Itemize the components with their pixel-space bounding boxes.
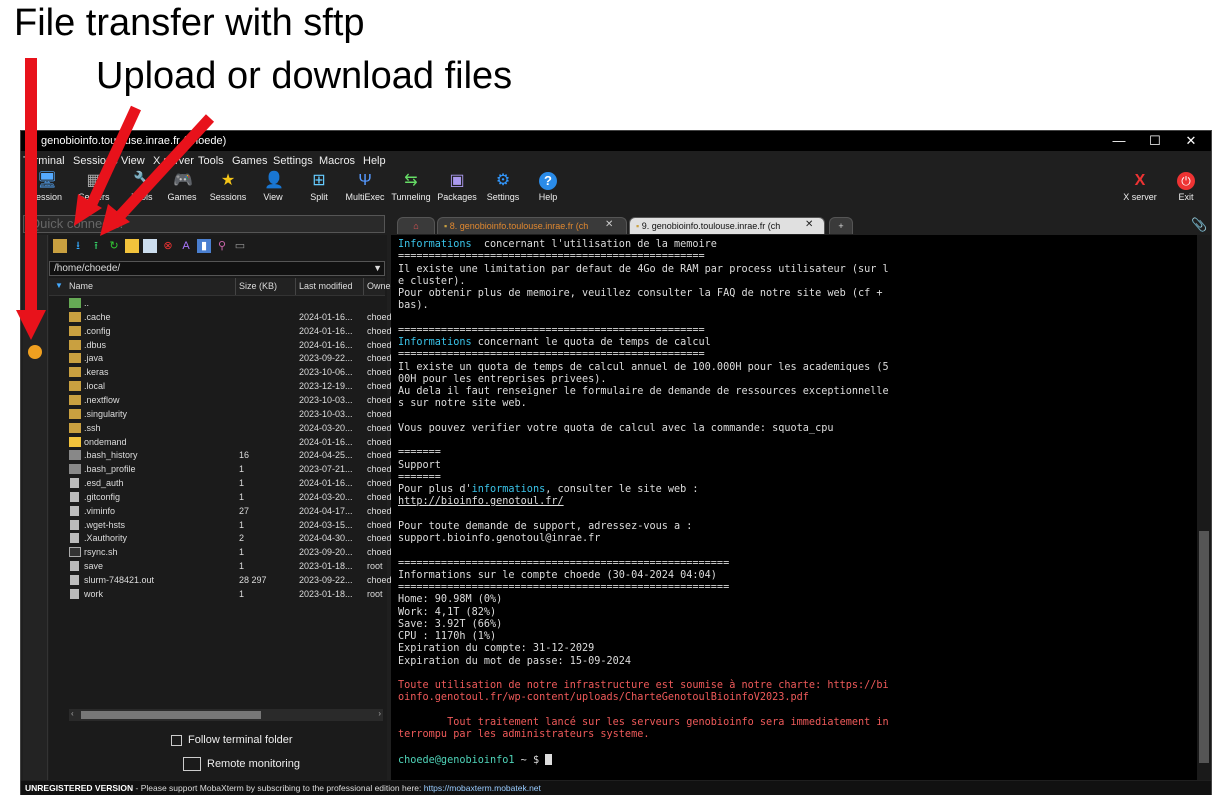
annotation-arrows (16, 58, 215, 340)
